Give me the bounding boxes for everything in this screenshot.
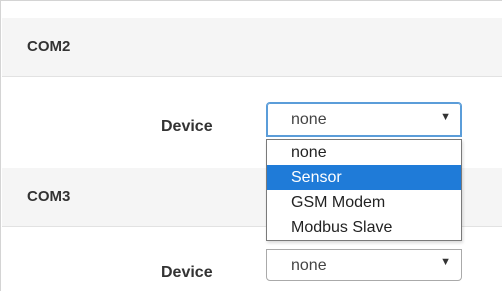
com2-device-select-value: none [291, 111, 327, 128]
com2-section-title: COM2 [27, 38, 71, 55]
dropdown-option-sensor[interactable]: Sensor [267, 165, 461, 190]
settings-panel: COM2 Device none ▼ COM3 Device none ▼ no… [0, 0, 502, 291]
chevron-down-icon: ▼ [440, 111, 451, 123]
com2-device-select[interactable]: none ▼ [266, 102, 462, 137]
dropdown-option-gsm-modem[interactable]: GSM Modem [267, 190, 461, 215]
com3-device-label: Device [161, 264, 213, 281]
com3-section-title: COM3 [27, 188, 71, 205]
chevron-down-icon: ▼ [440, 256, 451, 268]
dropdown-option-none[interactable]: none [267, 140, 461, 165]
com3-device-select-value: none [291, 257, 327, 274]
com2-section-header: COM2 [2, 18, 502, 77]
com2-device-label: Device [161, 118, 213, 135]
com3-device-select[interactable]: none ▼ [266, 249, 462, 281]
com2-device-dropdown-list: none Sensor GSM Modem Modbus Slave [266, 139, 462, 241]
dropdown-option-modbus-slave[interactable]: Modbus Slave [267, 215, 461, 240]
